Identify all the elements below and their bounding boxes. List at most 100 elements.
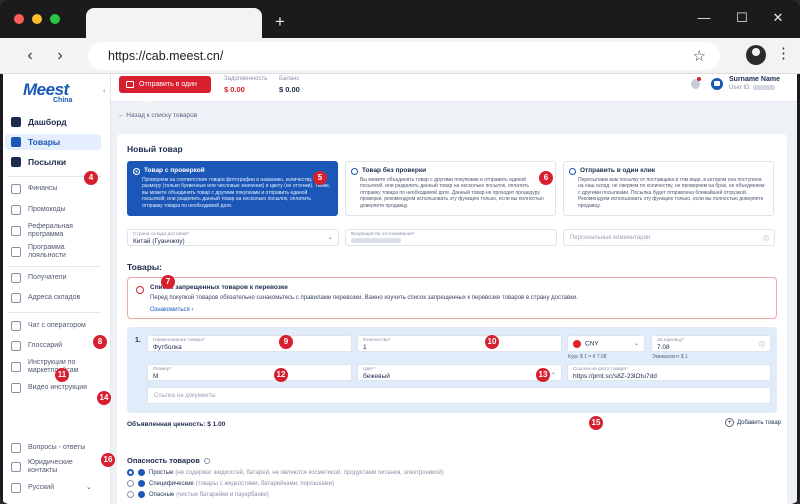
sidebar-item-parcels[interactable]: Посылки — [5, 154, 101, 170]
annotation-badge: 6 — [539, 171, 553, 185]
title-bar: + — ☐ ✕ — [0, 0, 800, 38]
currency-select[interactable]: CNY ⌄ — [567, 335, 645, 352]
video-icon — [11, 383, 21, 393]
radio-selected[interactable] — [127, 469, 134, 476]
read-rules-link[interactable]: Ознакомиться › — [150, 307, 193, 313]
user-avatar[interactable] — [711, 78, 723, 90]
globe-icon — [11, 483, 21, 493]
user-name[interactable]: Surname Name — [729, 76, 780, 83]
field-caption: Наименование товара* — [153, 338, 205, 343]
chevron-down-icon: ⌄ — [327, 235, 333, 241]
maximize-icon[interactable]: ☐ — [732, 10, 752, 26]
sidebar-item-faq[interactable]: Вопросы - ответы — [5, 440, 101, 456]
quantity-input[interactable]: Количество* 1 — [357, 335, 562, 352]
sidebar-item-label: Финансы — [28, 185, 58, 192]
parcel-icon — [11, 157, 21, 167]
sidebar-item-referral[interactable]: Реферальная программа — [5, 222, 101, 240]
add-product-button[interactable]: + Добавить товар — [725, 418, 781, 427]
sidebar-item-products[interactable]: Товары — [5, 134, 101, 150]
back-arrow-icon[interactable]: ‹ — [20, 47, 40, 65]
minimize-icon[interactable]: — — [694, 10, 714, 26]
maximize-window-dot[interactable] — [50, 14, 60, 24]
url-text[interactable]: https://cab.meest.cn/ — [108, 49, 223, 63]
option-without-check[interactable]: Товар без проверки Вы можете объединять … — [345, 161, 556, 216]
radio[interactable] — [351, 168, 358, 175]
prohibited-icon — [136, 286, 144, 294]
color-select[interactable]: Цвет* бежевый ⌄ — [357, 364, 562, 381]
bookmark-star-icon[interactable]: ☆ — [693, 47, 706, 65]
minimize-window-dot[interactable] — [32, 14, 42, 24]
sidebar-item-loyalty[interactable]: Программа лояльности — [5, 244, 101, 260]
user-id: User ID: — [729, 85, 776, 91]
radio[interactable] — [127, 491, 134, 498]
annotation-badge: 9 — [279, 335, 293, 349]
sidebar-item-promo[interactable]: Промокоды — [5, 202, 101, 218]
field-value: https://prnt.sc/s8Z-23lOIu7dd — [573, 373, 657, 380]
sidebar-item-label: Глоссарий — [28, 342, 63, 349]
close-icon[interactable]: ✕ — [768, 10, 788, 26]
unit-price-input[interactable]: За единицу* 7.08 ⓘ — [651, 335, 771, 352]
menu-kebab-icon[interactable]: ⋮ — [776, 44, 791, 64]
close-window-dot[interactable] — [14, 14, 24, 24]
loyalty-icon — [11, 247, 21, 257]
dashboard-icon — [11, 117, 21, 127]
category-icon — [138, 480, 145, 487]
size-input[interactable]: Размер* M — [147, 364, 352, 381]
option-with-check[interactable]: Товар с проверкой Проверяем на соответст… — [127, 161, 338, 216]
option-one-click[interactable]: Отправить в один клик Пересылаем вам пос… — [563, 161, 774, 216]
info-icon[interactable] — [203, 458, 210, 465]
sidebar-item-label: Дашборд — [28, 117, 67, 127]
prohibited-items-alert: Список запрещенных товаров к перевозке П… — [127, 277, 777, 319]
sidebar-item-glossary[interactable]: Глоссарий — [5, 338, 101, 354]
field-value: Футболка — [153, 344, 182, 351]
sidebar-item-warehouses[interactable]: Адреса складов — [5, 290, 101, 306]
balance-label: Баланс — [279, 76, 300, 82]
danger-option-specific[interactable]: Специфические (товары с жидкостями, бата… — [127, 480, 334, 487]
meest-logo[interactable]: Meest China — [23, 80, 93, 106]
radio[interactable] — [569, 168, 576, 175]
forward-arrow-icon[interactable]: › — [50, 47, 70, 65]
send-one-click-button[interactable]: Отправить в один клик — [119, 76, 211, 105]
sidebar-item-label: Товары — [28, 137, 61, 147]
sidebar-divider — [9, 266, 101, 267]
box-icon — [11, 137, 21, 147]
new-product-card: Новый товар Товар с проверкой Проверяем … — [55, 134, 787, 504]
browser-tab[interactable] — [86, 8, 262, 38]
field-caption: Цвет* — [363, 367, 376, 372]
radio-selected[interactable] — [133, 168, 140, 175]
danger-option-dangerous[interactable]: Опасные (чистые батарейки и пауэрбанки) — [127, 491, 269, 498]
field-caption: Ссылка на фото товара* — [573, 367, 628, 372]
documents-link-input[interactable]: Ссылка на документы — [147, 387, 771, 404]
address-bar[interactable]: https://cab.meest.cn/ ☆ — [88, 42, 720, 70]
danger-option-simple[interactable]: Простые (не содержат жидкостей, батарей,… — [127, 469, 444, 476]
new-tab-button[interactable]: + — [270, 12, 290, 32]
sidebar-item-legal[interactable]: Юридические контакты — [5, 459, 101, 475]
product-name-input[interactable]: Наименование товара* Футболка — [147, 335, 352, 352]
annotation-badge: 7 — [161, 275, 175, 289]
option-note: (товары с жидкостями, батарейками, порош… — [195, 480, 335, 487]
currency-value: CNY — [573, 340, 599, 348]
parcel-icon — [126, 81, 134, 88]
annotation-badge: 15 — [589, 416, 603, 430]
sidebar-item-dashboard[interactable]: Дашборд — [5, 114, 101, 130]
sidebar-item-label: Промокоды — [28, 206, 66, 213]
tracking-number-input[interactable]: Входящий № отслеживания* — [345, 229, 557, 246]
chevron-down-icon: ⌄ — [633, 341, 639, 347]
sidebar-item-recipients[interactable]: Получатели — [5, 270, 101, 286]
logo-subtitle: China — [53, 97, 73, 104]
photo-link-input[interactable]: Ссылка на фото товара* https://prnt.sc/s… — [567, 364, 771, 381]
radio[interactable] — [127, 480, 134, 487]
plus-icon: + — [725, 418, 734, 427]
back-to-products-link[interactable]: ← Назад к списку товаров — [118, 112, 197, 119]
collapse-sidebar-icon[interactable]: ‹ — [103, 86, 106, 95]
comments-input[interactable]: Персональные комментарии ⓘ — [563, 229, 775, 246]
sidebar-item-instructions[interactable]: Инструкции по маркетплейсам — [5, 358, 101, 376]
profile-icon[interactable] — [746, 45, 766, 65]
field-caption: Размер* — [153, 367, 172, 372]
balance-value: $ 0.00 — [279, 85, 300, 94]
sidebar-item-video[interactable]: Видео инструкция — [5, 380, 101, 396]
sidebar-item-chat[interactable]: Чат с оператором — [5, 318, 101, 334]
sidebar-item-label: Программа лояльности — [28, 244, 66, 259]
warehouse-country-select[interactable]: Страна склада доставки* Китай (Гуанчжоу)… — [127, 229, 339, 246]
language-select[interactable]: Русский ⌄ — [5, 480, 101, 496]
